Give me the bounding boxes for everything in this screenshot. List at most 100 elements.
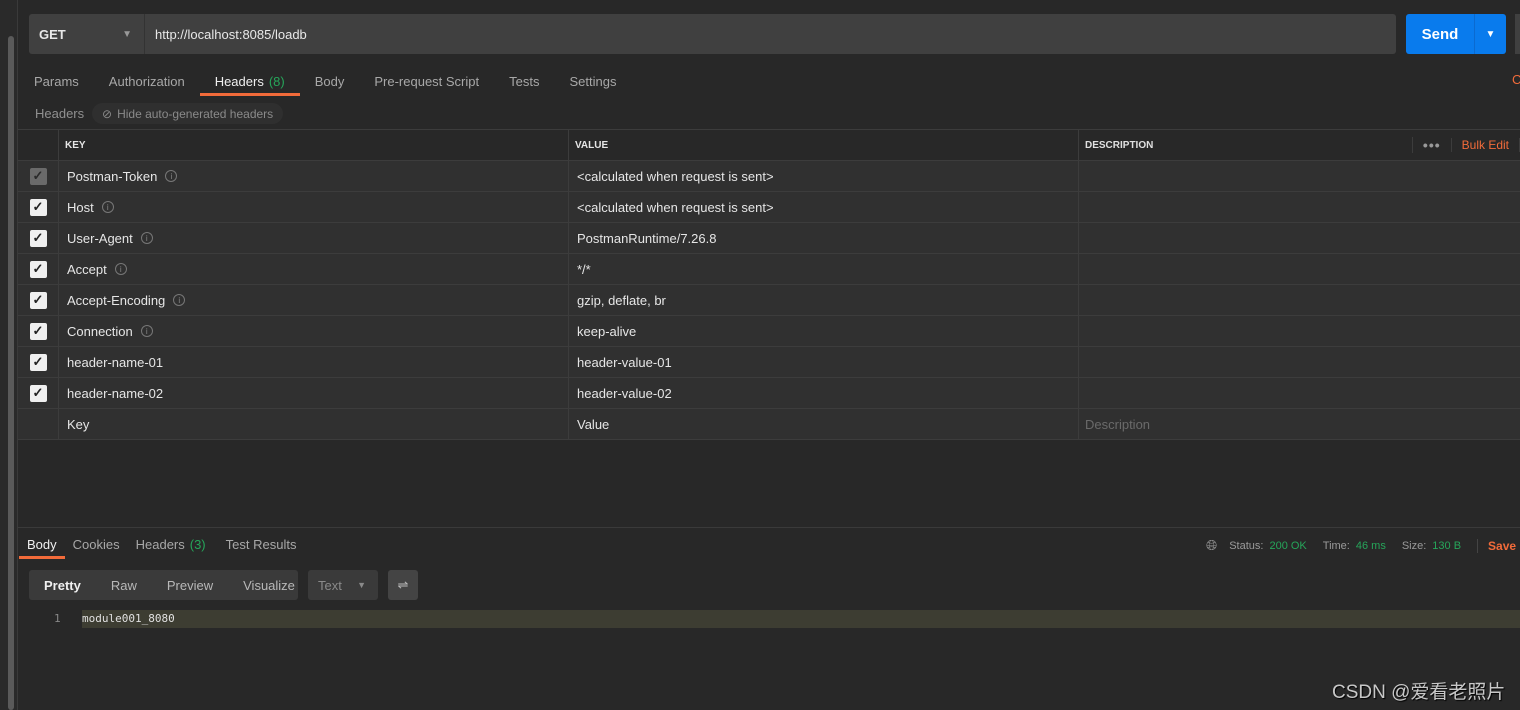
row-checkbox[interactable]: ✓: [29, 167, 47, 185]
method-select[interactable]: GET ▼: [29, 14, 145, 54]
description-cell[interactable]: [1079, 378, 1520, 408]
status-label: Status:: [1229, 539, 1264, 552]
key-cell[interactable]: header-name-01: [59, 347, 569, 377]
value-cell[interactable]: PostmanRuntime/7.26.8: [569, 223, 1079, 253]
save-button-stub[interactable]: [1515, 14, 1520, 54]
key-cell[interactable]: header-name-02: [59, 378, 569, 408]
headers-label: Headers: [35, 106, 85, 121]
value-cell[interactable]: <calculated when request is sent>: [569, 192, 1079, 222]
type-label: Text: [318, 577, 342, 593]
save-response-button[interactable]: Save: [1477, 538, 1516, 553]
send-button[interactable]: Send ▼: [1406, 14, 1506, 54]
response-type-select[interactable]: Text ▼: [308, 570, 378, 600]
format-toggle: Pretty Raw Preview Visualize: [29, 570, 298, 600]
key-text: Connection: [67, 323, 133, 339]
globe-icon[interactable]: 🌐︎: [1206, 537, 1217, 554]
description-cell[interactable]: [1079, 347, 1520, 377]
size-label: Size:: [1401, 539, 1427, 552]
tab-headers[interactable]: Headers (8): [199, 66, 300, 96]
info-icon[interactable]: i: [165, 170, 178, 182]
url-bar: GET ▼ http://localhost:8085/loadb: [29, 14, 1396, 54]
col-key: KEY: [59, 130, 569, 160]
pane-divider[interactable]: [18, 527, 1520, 528]
info-icon[interactable]: i: [140, 325, 153, 337]
tab-test-results[interactable]: Test Results: [218, 529, 305, 559]
table-row: ✓ header-name-02 header-value-02: [18, 378, 1520, 409]
more-icon[interactable]: •••: [1411, 137, 1451, 153]
table-row: ✓ User-Agent i PostmanRuntime/7.26.8: [18, 223, 1520, 254]
description-cell[interactable]: [1079, 316, 1520, 346]
row-checkbox[interactable]: ✓: [29, 229, 47, 247]
description-input[interactable]: Description: [1079, 409, 1520, 439]
key-input[interactable]: Key: [59, 409, 569, 439]
cookies-link[interactable]: C: [1512, 72, 1520, 87]
tab-response-body[interactable]: Body: [19, 529, 65, 559]
info-icon[interactable]: i: [101, 201, 114, 213]
row-checkbox[interactable]: ✓: [29, 198, 47, 216]
send-dropdown-icon[interactable]: ▼: [1475, 14, 1506, 54]
request-tabs: Params Authorization Headers (8) Body Pre…: [19, 66, 631, 96]
description-cell[interactable]: [1079, 254, 1520, 284]
value-input[interactable]: Value: [569, 409, 1079, 439]
wrap-lines-icon[interactable]: ⇌: [388, 570, 418, 600]
bulk-edit-button[interactable]: Bulk Edit: [1450, 138, 1520, 152]
key-text: header-name-02: [67, 385, 164, 401]
eye-off-icon: ⊘: [102, 106, 113, 121]
tab-body[interactable]: Body: [300, 66, 360, 96]
hide-auto-headers-button[interactable]: ⊘ Hide auto-generated headers: [92, 103, 284, 124]
format-raw[interactable]: Raw: [96, 578, 152, 593]
value-cell[interactable]: header-value-02: [569, 378, 1079, 408]
tab-pre-request-script[interactable]: Pre-request Script: [359, 66, 494, 96]
send-label[interactable]: Send: [1406, 14, 1475, 54]
key-cell[interactable]: Connection i: [59, 316, 569, 346]
table-row: ✓ Accept i */*: [18, 254, 1520, 285]
tab-label: Body: [314, 73, 345, 89]
tab-label: Cookies: [72, 536, 120, 552]
sidebar-scrollbar[interactable]: [8, 36, 14, 710]
tab-label: Pre-request Script: [374, 73, 480, 89]
key-cell[interactable]: User-Agent i: [59, 223, 569, 253]
key-cell[interactable]: Host i: [59, 192, 569, 222]
row-checkbox[interactable]: ✓: [29, 384, 47, 402]
tab-label: Headers: [135, 536, 185, 552]
row-checkbox[interactable]: ✓: [29, 291, 47, 309]
tab-count: (3): [189, 536, 206, 552]
info-icon[interactable]: i: [114, 263, 127, 275]
row-checkbox[interactable]: ✓: [29, 322, 47, 340]
key-text: Host: [67, 199, 94, 215]
status-value: 200 OK: [1269, 539, 1307, 552]
format-visualize[interactable]: Visualize: [228, 578, 310, 593]
tab-tests[interactable]: Tests: [494, 66, 554, 96]
tab-label: Settings: [569, 73, 617, 89]
table-row-new: Key Value Description: [18, 409, 1520, 440]
tab-label: Authorization: [108, 73, 185, 89]
description-cell[interactable]: [1079, 161, 1520, 191]
value-cell[interactable]: */*: [569, 254, 1079, 284]
value-cell[interactable]: gzip, deflate, br: [569, 285, 1079, 315]
description-cell[interactable]: [1079, 192, 1520, 222]
row-checkbox[interactable]: ✓: [29, 353, 47, 371]
format-preview[interactable]: Preview: [152, 578, 228, 593]
value-cell[interactable]: header-value-01: [569, 347, 1079, 377]
tab-authorization[interactable]: Authorization: [94, 66, 200, 96]
description-cell[interactable]: [1079, 223, 1520, 253]
tab-params[interactable]: Params: [19, 66, 94, 96]
line-number: 1: [54, 612, 61, 625]
description-cell[interactable]: [1079, 285, 1520, 315]
value-cell[interactable]: <calculated when request is sent>: [569, 161, 1079, 191]
key-cell[interactable]: Accept-Encoding i: [59, 285, 569, 315]
tab-settings[interactable]: Settings: [554, 66, 631, 96]
response-body-text[interactable]: module001_8080: [82, 612, 175, 625]
value-cell[interactable]: keep-alive: [569, 316, 1079, 346]
url-input[interactable]: http://localhost:8085/loadb: [145, 14, 307, 54]
info-icon[interactable]: i: [140, 232, 153, 244]
tab-cookies[interactable]: Cookies: [65, 529, 128, 559]
info-icon[interactable]: i: [173, 294, 186, 306]
row-checkbox[interactable]: ✓: [29, 260, 47, 278]
key-cell[interactable]: Accept i: [59, 254, 569, 284]
key-cell[interactable]: Postman-Token i: [59, 161, 569, 191]
format-pretty[interactable]: Pretty: [29, 578, 96, 593]
tab-response-headers[interactable]: Headers (3): [128, 529, 214, 559]
table-row: ✓ Host i <calculated when request is sent…: [18, 192, 1520, 223]
response-tabs: Body Cookies Headers (3) Test Results: [19, 529, 304, 559]
